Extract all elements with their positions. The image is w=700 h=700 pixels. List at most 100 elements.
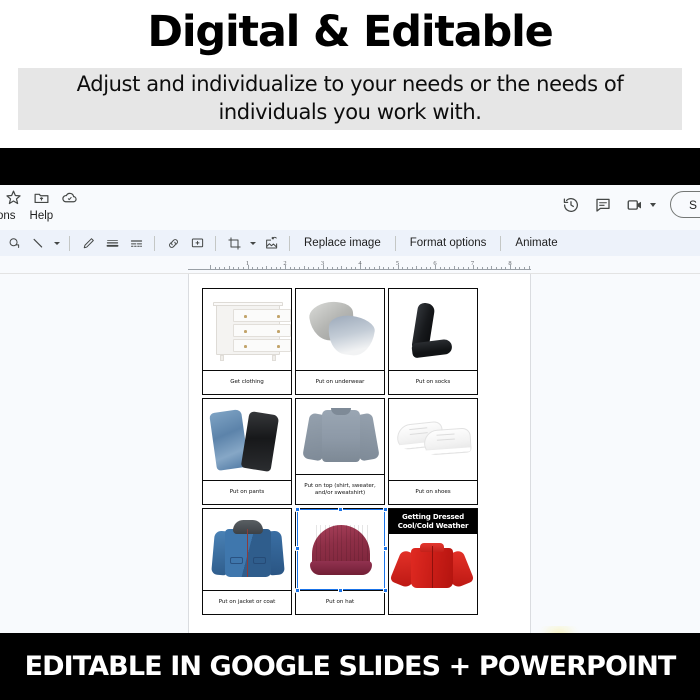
socks-image[interactable] <box>389 289 477 370</box>
ruler-tick <box>355 267 356 270</box>
ruler-tick <box>365 267 366 270</box>
border-weight-icon[interactable] <box>101 232 123 254</box>
card-label: Put on shoes <box>389 480 477 504</box>
visual-schedule-grid: Get clothing Put on underwear <box>202 288 489 615</box>
shoes-image[interactable] <box>389 399 477 480</box>
ruler-tick <box>341 266 342 270</box>
ruler-tick <box>290 267 291 270</box>
card-put-on-pants[interactable]: Put on pants <box>202 398 292 505</box>
dresser-image[interactable] <box>203 289 291 370</box>
line-chevron-down-icon[interactable] <box>51 232 62 254</box>
add-comment-icon[interactable] <box>186 232 208 254</box>
toolbar-divider <box>395 236 396 251</box>
line-icon[interactable] <box>27 232 49 254</box>
underwear-image[interactable] <box>296 289 384 370</box>
format-options-button[interactable]: Format options <box>403 237 494 249</box>
promo-title: Digital & Editable <box>0 10 700 55</box>
ruler-tick <box>519 267 520 270</box>
ruler-tick <box>487 267 488 270</box>
cloud-saved-icon[interactable] <box>61 189 78 206</box>
ruler-tick <box>505 267 506 270</box>
ruler-tick <box>233 267 234 270</box>
ruler-tick <box>346 267 347 270</box>
ruler-tick <box>238 267 239 270</box>
ruler-tick <box>501 267 502 270</box>
dresser-leg <box>272 355 276 361</box>
move-to-folder-icon[interactable] <box>33 189 50 206</box>
ruler-tick <box>337 267 338 270</box>
menu-item-extensions[interactable]: ons <box>0 208 16 224</box>
border-dash-icon[interactable] <box>125 232 147 254</box>
google-meet-icon[interactable] <box>626 196 644 214</box>
ruler-tick <box>449 267 450 270</box>
ruler-tick <box>229 266 230 270</box>
ruler-tick <box>477 267 478 270</box>
ruler-tick <box>515 267 516 270</box>
toolbar-divider <box>500 236 501 251</box>
menu-bar: ons Help <box>0 208 53 224</box>
card-put-on-hat[interactable]: Put on hat <box>295 508 385 615</box>
card-put-on-underwear[interactable]: Put on underwear <box>295 288 385 395</box>
ruler-tick <box>379 266 380 270</box>
ruler-tick <box>308 267 309 270</box>
ruler-tick <box>388 267 389 270</box>
meet-chevron-down-icon[interactable] <box>650 203 656 207</box>
editor-canvas-area: Get clothing Put on underwear <box>0 274 700 633</box>
jacket-pocket-right <box>253 557 266 564</box>
version-history-icon[interactable] <box>562 196 580 214</box>
pants-image[interactable] <box>203 399 291 480</box>
comment-icon[interactable] <box>594 196 612 214</box>
jacket-image[interactable] <box>203 509 291 590</box>
ruler-tick <box>393 267 394 270</box>
app-top-bar-right: S <box>562 191 696 218</box>
title-band: Getting Dressed Cool/Cold Weather <box>389 509 477 534</box>
dresser-leg <box>220 355 224 361</box>
ruler-tick <box>294 267 295 270</box>
card-put-on-socks[interactable]: Put on socks <box>388 288 478 395</box>
animate-button[interactable]: Animate <box>508 237 564 249</box>
ruler-tick <box>482 267 483 270</box>
shoe-right <box>423 427 472 455</box>
ruler-label: 6 <box>433 260 436 267</box>
menu-item-help[interactable]: Help <box>30 208 54 224</box>
ruler-tick <box>524 267 525 270</box>
card-put-on-shoes[interactable]: Put on shoes <box>388 398 478 505</box>
ruler-tick <box>412 267 413 270</box>
horizontal-ruler[interactable]: 12345678 <box>188 258 531 273</box>
ruler-label: 3 <box>321 260 324 267</box>
ruler-label: 4 <box>358 260 361 267</box>
shape-icon[interactable] <box>3 232 25 254</box>
insert-link-icon[interactable] <box>162 232 184 254</box>
star-icon[interactable] <box>5 189 22 206</box>
card-title-cool-cold-weather[interactable]: Getting Dressed Cool/Cold Weather ... <box>388 508 478 615</box>
ruler-tick <box>416 266 417 270</box>
red-fleece-image[interactable]: ... <box>389 534 477 614</box>
ruler-tick <box>215 267 216 270</box>
ruler-tick <box>276 267 277 270</box>
card-put-on-jacket[interactable]: Put on jacket or coat <box>202 508 292 615</box>
ruler-tick <box>257 267 258 270</box>
ruler-tick <box>224 267 225 270</box>
underwear-blue <box>326 313 376 357</box>
ruler-label: 2 <box>283 260 286 267</box>
ruler-tick <box>421 267 422 270</box>
hat-image[interactable] <box>296 509 384 590</box>
ruler-tick <box>327 267 328 270</box>
ruler-tick <box>383 267 384 270</box>
promo-subtitle: Adjust and individualize to your needs o… <box>18 71 682 126</box>
card-label: Put on pants <box>203 480 291 504</box>
card-get-clothing[interactable]: Get clothing <box>202 288 292 395</box>
slide-canvas[interactable]: Get clothing Put on underwear <box>188 274 531 633</box>
border-color-icon[interactable] <box>77 232 99 254</box>
promo-subtitle-box: Adjust and individualize to your needs o… <box>18 68 682 130</box>
mask-image-icon[interactable] <box>260 232 282 254</box>
crop-icon[interactable] <box>223 232 245 254</box>
share-button[interactable]: S <box>670 191 700 218</box>
replace-image-button[interactable]: Replace image <box>297 237 388 249</box>
card-label: Get clothing <box>203 370 291 394</box>
ruler-tick <box>407 267 408 270</box>
card-put-on-top[interactable]: Put on top (shirt, sweater, and/or sweat… <box>295 398 385 505</box>
ruler-tick <box>430 267 431 270</box>
crop-chevron-down-icon[interactable] <box>247 232 258 254</box>
long-sleeve-top-image[interactable] <box>296 399 384 474</box>
